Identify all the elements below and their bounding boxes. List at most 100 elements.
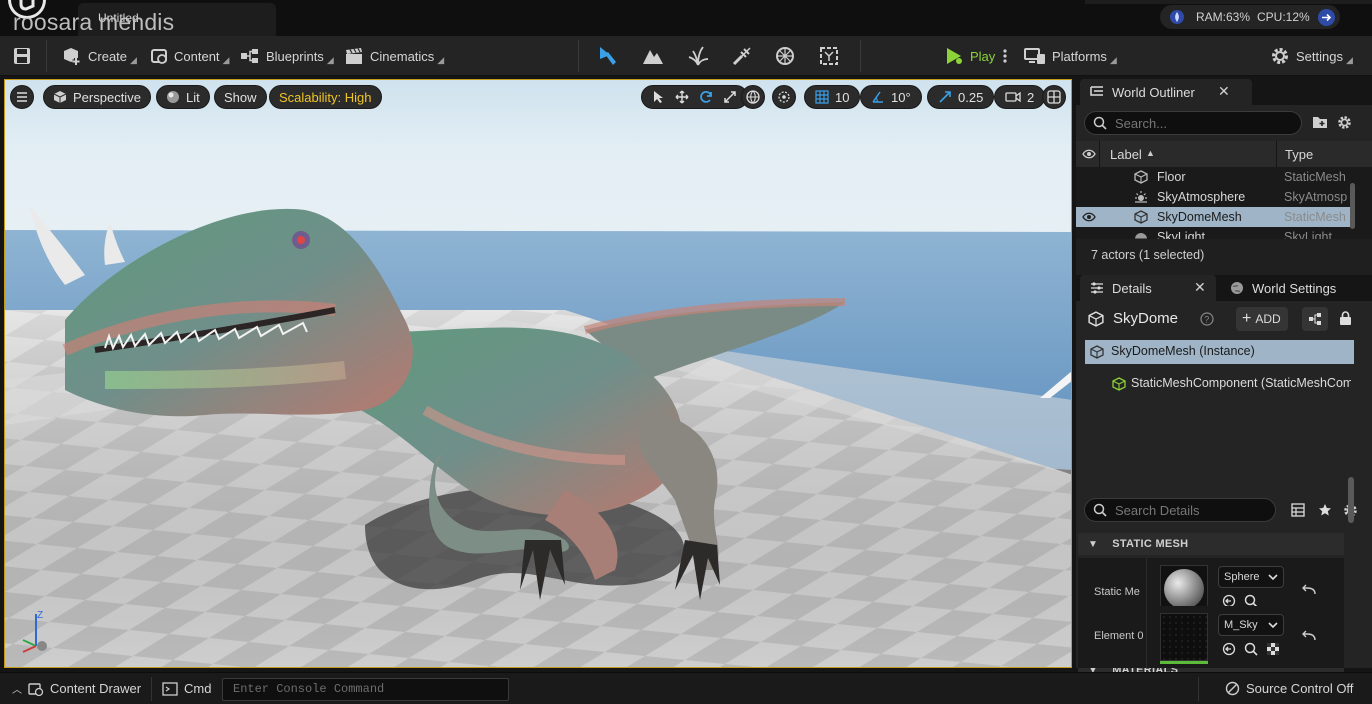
checker-texture-icon[interactable] <box>1266 642 1280 656</box>
search-icon <box>1093 503 1107 517</box>
viewport-scene[interactable]: Z <box>5 80 1072 668</box>
static-mesh-section-title: STATIC MESH <box>1112 538 1189 550</box>
view-mode-button[interactable]: Lit <box>156 85 210 109</box>
search-icon[interactable] <box>1244 642 1258 656</box>
star-icon[interactable] <box>1318 503 1332 517</box>
actor-name-field[interactable]: SkyDome <box>1113 310 1193 327</box>
save-icon <box>14 48 30 64</box>
translate-icon[interactable] <box>675 90 689 104</box>
content-drawer-button[interactable]: ︿ Content Drawer <box>12 681 141 696</box>
tab-world-outliner[interactable]: World Outliner ✕ <box>1080 79 1252 105</box>
show-button[interactable]: Show <box>214 85 267 109</box>
visibility-eye-icon[interactable] <box>1082 148 1096 160</box>
hamburger-icon <box>17 92 27 102</box>
landscape-mode-button[interactable] <box>641 44 665 68</box>
foliage-mode-button[interactable] <box>686 44 710 68</box>
scale-snap-value: 0.25 <box>958 89 984 105</box>
fracture-mode-button[interactable] <box>817 44 841 68</box>
console-command-input[interactable] <box>233 682 503 696</box>
new-folder-icon[interactable] <box>1312 115 1328 129</box>
details-scrollbar[interactable] <box>1348 477 1354 523</box>
settings-label: Settings <box>1296 48 1343 64</box>
section-static-mesh[interactable]: ▼ STATIC MESH <box>1078 533 1344 555</box>
rotate-icon[interactable] <box>699 90 713 104</box>
modeling-mode-button[interactable] <box>773 44 797 68</box>
title-bar: Untitled roosara mendis RAM:63% CPU:12% <box>0 0 1372 36</box>
play-options-button[interactable] <box>1002 44 1008 68</box>
table-view-icon[interactable] <box>1291 503 1305 517</box>
play-button[interactable]: Play <box>944 44 995 68</box>
content-menu-button[interactable]: Content ◢ <box>150 44 229 68</box>
outliner-row-skylight[interactable]: SkyLight SkyLight <box>1076 227 1350 239</box>
arrow-right-icon[interactable] <box>1318 9 1335 26</box>
visibility-eye-icon[interactable] <box>1082 211 1096 223</box>
material-thumbnail[interactable] <box>1160 613 1208 661</box>
scalability-button[interactable]: Scalability: High <box>269 85 382 109</box>
save-button[interactable] <box>12 44 32 68</box>
source-control-button[interactable]: Source Control Off <box>1225 681 1353 696</box>
settings-button[interactable]: Settings ◢ <box>1270 44 1353 68</box>
details-search[interactable] <box>1084 498 1276 522</box>
select-mode-button[interactable] <box>596 44 620 68</box>
reset-arrow-icon[interactable] <box>1302 630 1316 642</box>
component-tree-root[interactable]: SkyDomeMesh (Instance) <box>1085 340 1354 364</box>
console-command-box[interactable] <box>222 678 509 701</box>
surface-snapping-button[interactable] <box>772 85 796 109</box>
platforms-menu-button[interactable]: Platforms ◢ <box>1024 44 1117 68</box>
perspective-button[interactable]: Perspective <box>43 85 151 109</box>
perspective-cube-icon <box>53 91 67 103</box>
gear-icon[interactable] <box>1337 115 1352 130</box>
unreal-logo-icon[interactable] <box>6 0 48 22</box>
toolbar-separator <box>578 40 579 72</box>
mesh-paint-mode-button[interactable] <box>730 44 754 68</box>
scale-icon[interactable] <box>723 90 737 104</box>
rotation-snap-button[interactable]: 10° <box>860 85 922 109</box>
cinematics-menu-button[interactable]: Cinematics ◢ <box>344 44 444 68</box>
material-value: M_Sky <box>1224 619 1258 631</box>
svg-text:?: ? <box>1204 315 1209 325</box>
cmd-button[interactable]: Cmd <box>162 681 211 696</box>
details-icon <box>1091 282 1103 294</box>
level-viewport[interactable]: Z Perspective Lit Show Scalability: High <box>4 79 1072 668</box>
close-icon[interactable]: ✕ <box>1218 83 1230 100</box>
add-component-button[interactable]: + ADD <box>1236 307 1288 331</box>
outliner-search-input[interactable] <box>1115 115 1285 131</box>
outliner-row-skydomemesh[interactable]: SkyDomeMesh StaticMesh <box>1076 207 1350 227</box>
details-search-input[interactable] <box>1115 502 1265 518</box>
camera-speed-value: 2 <box>1027 89 1035 105</box>
reset-arrow-icon[interactable] <box>1302 584 1316 596</box>
outliner-row-floor[interactable]: Floor StaticMesh <box>1076 167 1350 187</box>
viewport-menu-button[interactable] <box>10 85 34 109</box>
outliner-scrollbar[interactable] <box>1350 183 1355 229</box>
play-icon <box>947 48 962 64</box>
create-menu-button[interactable]: Create ◢ <box>62 44 137 68</box>
scale-snap-button[interactable]: 0.25 <box>927 85 995 109</box>
caret-icon: ◢ <box>1345 54 1353 65</box>
grid-icon <box>815 90 829 104</box>
help-icon[interactable]: ? <box>1200 312 1214 326</box>
add-label: ADD <box>1255 312 1281 326</box>
viewport-layout-button[interactable] <box>1042 85 1066 109</box>
blueprints-menu-button[interactable]: Blueprints ◢ <box>240 44 334 68</box>
column-label-header[interactable]: Label <box>1110 147 1142 162</box>
tab-details[interactable]: Details ✕ <box>1080 275 1216 301</box>
close-icon[interactable]: ✕ <box>1194 279 1206 296</box>
static-mesh-combo[interactable]: Sphere <box>1218 566 1284 588</box>
select-arrow-icon[interactable] <box>652 90 665 104</box>
grid-snap-button[interactable]: 10 <box>804 85 861 109</box>
document-tab[interactable]: Untitled <box>78 3 276 36</box>
world-local-toggle[interactable] <box>741 85 765 109</box>
column-type-header[interactable]: Type <box>1285 147 1313 162</box>
lock-icon[interactable] <box>1339 311 1352 326</box>
performance-indicator[interactable]: RAM:63% CPU:12% <box>1160 5 1340 29</box>
browse-back-icon[interactable] <box>1222 642 1236 656</box>
kebab-menu-icon <box>1003 49 1007 63</box>
material-combo[interactable]: M_Sky <box>1218 614 1284 636</box>
blueprint-convert-button[interactable] <box>1302 307 1328 331</box>
tab-world-settings[interactable]: World Settings <box>1220 275 1360 301</box>
camera-speed-button[interactable]: 2 <box>994 85 1046 109</box>
sky-atmosphere-icon <box>1135 191 1147 203</box>
outliner-search[interactable] <box>1084 111 1302 135</box>
component-tree-item[interactable]: StaticMeshComponent (StaticMeshCom <box>1085 372 1354 396</box>
outliner-row-skyatmosphere[interactable]: SkyAtmosphere SkyAtmosphere <box>1076 187 1350 207</box>
